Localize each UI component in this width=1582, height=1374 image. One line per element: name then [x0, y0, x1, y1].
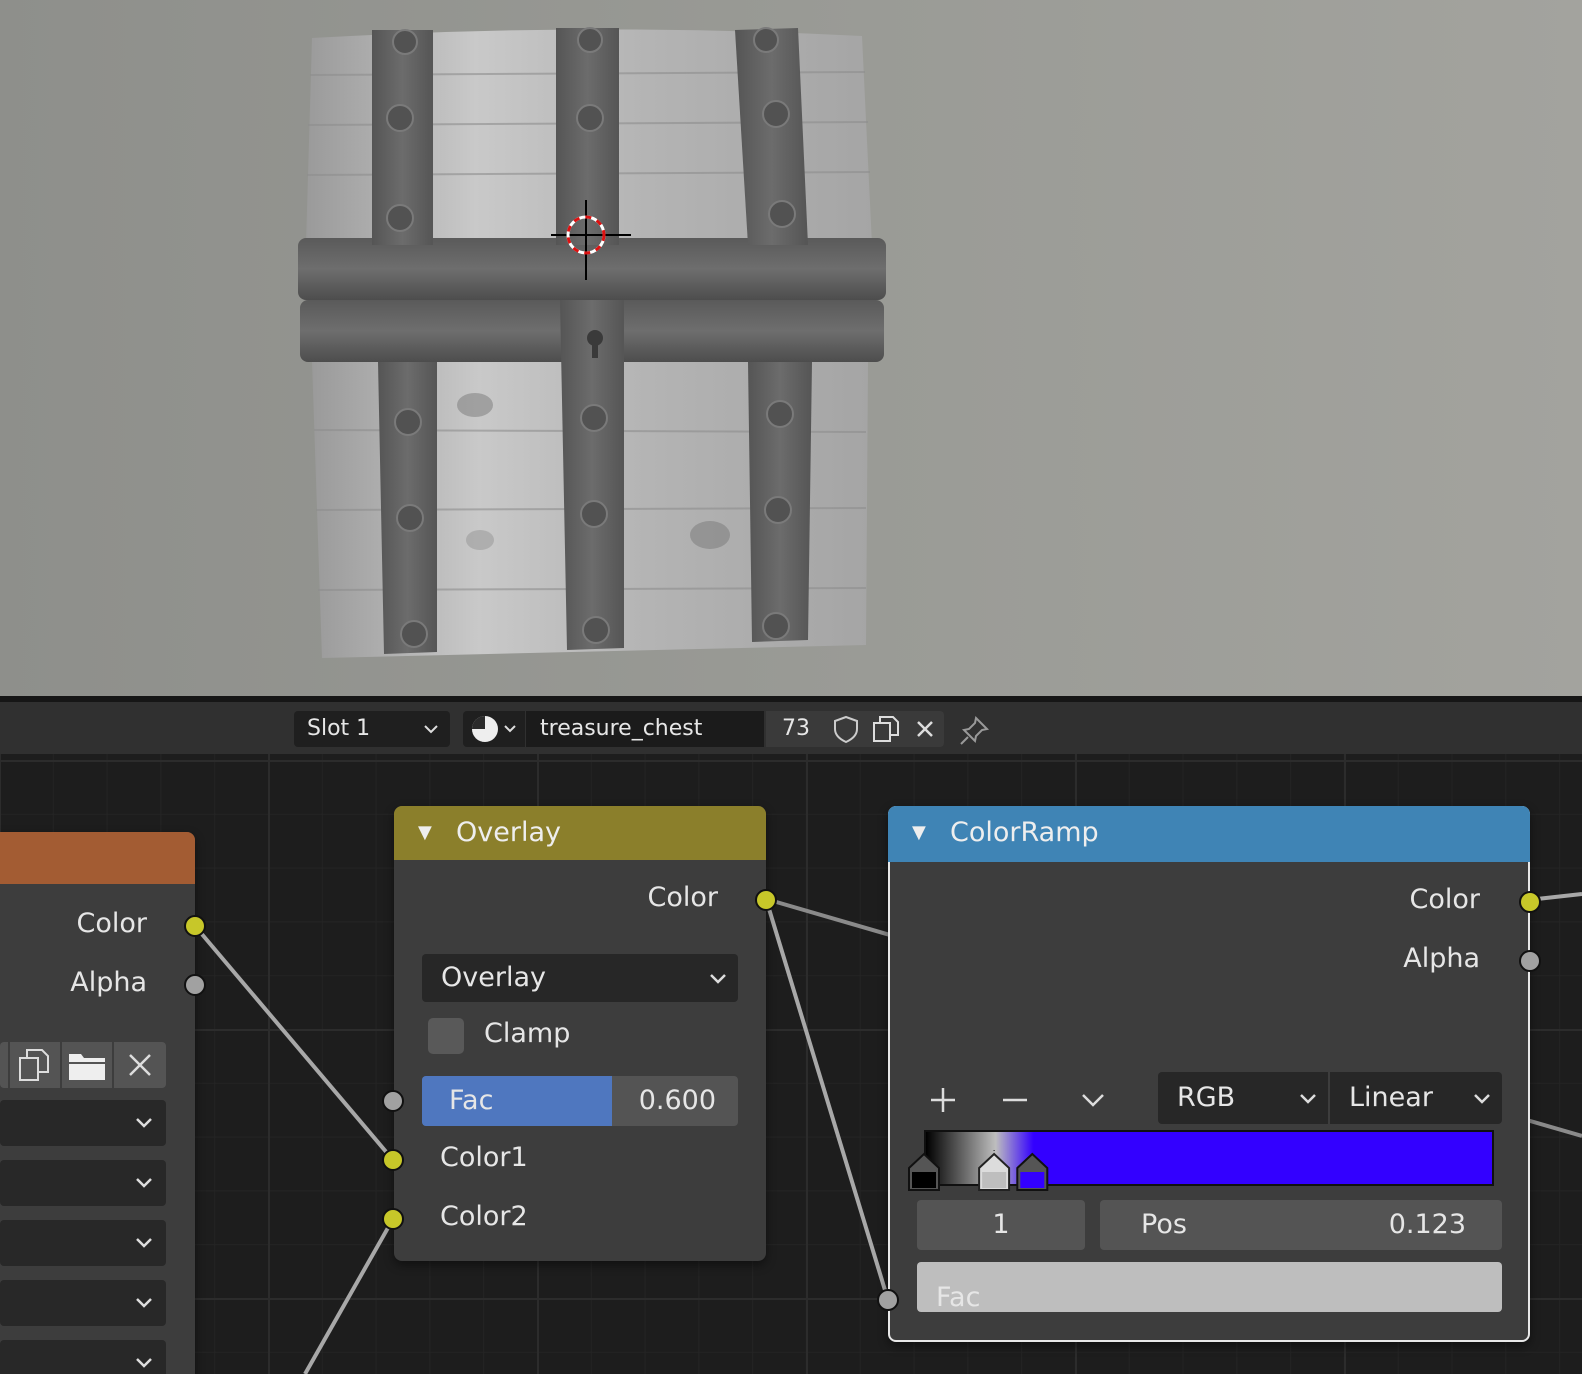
- image-browse-edge[interactable]: [0, 1042, 8, 1088]
- minus-icon[interactable]: [993, 1078, 1037, 1122]
- close-icon: [129, 1054, 151, 1076]
- close-icon: [917, 721, 933, 737]
- plus-icon[interactable]: [921, 1078, 965, 1122]
- colorramp-node[interactable]: ▼ ColorRamp Color Alpha RGB Linear 1 Pos…: [877, 806, 1541, 1342]
- 3d-cursor[interactable]: [551, 200, 631, 280]
- stop-position-field[interactable]: Pos 0.123: [1100, 1200, 1502, 1250]
- material-browse-icon: [472, 716, 516, 742]
- image-colorspace-dropdown[interactable]: [0, 1340, 166, 1374]
- interpolation-value: Linear: [1349, 1082, 1433, 1113]
- stop-position-label: Pos: [1141, 1209, 1187, 1240]
- chevron-down-icon: [136, 1298, 152, 1308]
- image-texture-node[interactable]: Color Alpha: [0, 832, 206, 1374]
- chevron-down-icon: [136, 1118, 152, 1128]
- duplicate-icon: [873, 716, 899, 742]
- active-stop-index-value: 1: [992, 1209, 1010, 1240]
- colorramp-node-title: ColorRamp: [950, 817, 1099, 848]
- color-mode-dropdown[interactable]: RGB: [1158, 1072, 1328, 1124]
- image-duplicate-button[interactable]: [10, 1042, 60, 1088]
- duplicate-icon: [19, 1049, 49, 1081]
- link-overlay-to-fac: [764, 898, 890, 1301]
- duplicate-material-button[interactable]: [866, 711, 906, 747]
- color2-input-label: Color2: [440, 1201, 528, 1232]
- node-editor-header: Slot 1 treasure_chest 73: [0, 702, 1582, 754]
- clamp-checkbox[interactable]: [428, 1018, 464, 1054]
- stop-position-value: 0.123: [1388, 1209, 1466, 1240]
- link-to-color2: [303, 1218, 395, 1374]
- overlay-node-title: Overlay: [456, 817, 561, 848]
- color-ramp-stops[interactable]: [908, 1150, 1508, 1192]
- image-output-color-socket[interactable]: [184, 915, 206, 937]
- image-node-header[interactable]: [0, 832, 195, 884]
- image-interpolation-dropdown[interactable]: [0, 1100, 166, 1146]
- ramp-fac-input-socket[interactable]: [877, 1289, 899, 1311]
- link-image-color-to-color1: [193, 924, 395, 1162]
- ramp-fac-input-label: Fac: [936, 1282, 981, 1313]
- users-count-text: 73: [782, 716, 810, 741]
- image-open-button[interactable]: [62, 1042, 112, 1088]
- pin-icon[interactable]: [956, 713, 992, 749]
- browse-material-button[interactable]: [463, 711, 525, 747]
- blend-mode-value: Overlay: [441, 962, 546, 993]
- chevron-down-icon: [424, 725, 438, 734]
- node-editor-canvas[interactable]: Color Alpha ▼ Overlay Color Overlay Clam…: [0, 754, 1582, 1374]
- overlay-node-header[interactable]: ▼ Overlay: [394, 806, 766, 860]
- active-stop-index-field[interactable]: 1: [917, 1200, 1085, 1250]
- colorramp-node-header[interactable]: ▼ ColorRamp: [888, 806, 1530, 862]
- overlay-mix-node[interactable]: ▼ Overlay Color Overlay Clamp Fac 0.600 …: [382, 806, 777, 1261]
- folder-icon: [69, 1054, 105, 1080]
- image-extension-dropdown[interactable]: [0, 1220, 166, 1266]
- image-output-color-label: Color: [76, 908, 148, 939]
- material-slot-dropdown[interactable]: Slot 1: [294, 711, 450, 747]
- image-unlink-button[interactable]: [114, 1042, 166, 1088]
- color-stop-2[interactable]: [1016, 1152, 1049, 1191]
- blend-mode-dropdown[interactable]: Overlay: [422, 954, 738, 1002]
- image-source-dropdown[interactable]: [0, 1280, 166, 1326]
- clamp-label: Clamp: [484, 1018, 571, 1049]
- color-stop-0[interactable]: [908, 1152, 940, 1191]
- ramp-output-color-label: Color: [1409, 884, 1481, 915]
- ramp-output-alpha-socket[interactable]: [1519, 950, 1541, 972]
- color-mode-value: RGB: [1177, 1082, 1236, 1113]
- fac-slider-value: 0.600: [638, 1085, 716, 1116]
- fac-input-socket[interactable]: [382, 1090, 404, 1112]
- overlay-output-color-socket[interactable]: [755, 889, 777, 911]
- ramp-output-color-socket[interactable]: [1519, 891, 1541, 913]
- active-stop-color-swatch[interactable]: [917, 1262, 1502, 1312]
- material-name-text: treasure_chest: [540, 716, 703, 741]
- color2-input-socket[interactable]: [382, 1208, 404, 1230]
- treasure-chest-render: [298, 27, 886, 658]
- color1-input-label: Color1: [440, 1142, 528, 1173]
- collapse-triangle-icon[interactable]: ▼: [418, 806, 432, 860]
- chevron-down-icon[interactable]: [1071, 1078, 1115, 1122]
- overlay-output-color-label: Color: [647, 882, 719, 913]
- image-output-alpha-label: Alpha: [70, 967, 147, 998]
- material-users-count[interactable]: 73: [766, 711, 826, 747]
- fake-user-shield-icon: [834, 715, 858, 744]
- fac-slider-label: Fac: [449, 1085, 494, 1116]
- chevron-down-icon: [136, 1178, 152, 1188]
- chevron-down-icon: [710, 974, 726, 984]
- interpolation-dropdown[interactable]: Linear: [1330, 1072, 1502, 1124]
- color-stop-1[interactable]: [978, 1150, 1011, 1191]
- color1-input-socket[interactable]: [382, 1149, 404, 1171]
- 3d-viewport[interactable]: [0, 0, 1582, 696]
- unlink-material-button[interactable]: [906, 711, 944, 747]
- fac-slider[interactable]: Fac 0.600: [422, 1076, 738, 1126]
- chevron-down-icon: [136, 1358, 152, 1368]
- material-name-field[interactable]: treasure_chest: [526, 711, 764, 747]
- image-projection-dropdown[interactable]: [0, 1160, 166, 1206]
- slot-label: Slot 1: [307, 716, 371, 741]
- chevron-down-icon: [1300, 1094, 1316, 1104]
- ramp-output-alpha-label: Alpha: [1403, 943, 1480, 974]
- chevron-down-icon: [136, 1238, 152, 1248]
- collapse-triangle-icon[interactable]: ▼: [912, 806, 926, 860]
- fake-user-button[interactable]: [826, 711, 866, 747]
- chevron-down-icon: [1474, 1094, 1490, 1104]
- image-output-alpha-socket[interactable]: [184, 974, 206, 996]
